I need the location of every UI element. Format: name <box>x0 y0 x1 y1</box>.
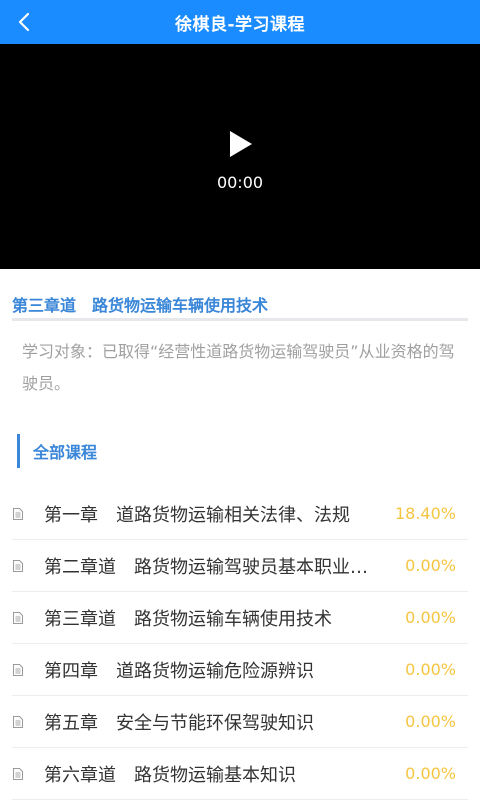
course-item[interactable]: 第三章道 路货物运输车辆使用技术 0.00% <box>12 592 468 644</box>
document-icon <box>13 559 23 572</box>
back-button[interactable] <box>10 8 38 36</box>
course-name: 第一章 道路货物运输相关法律、法规 <box>44 504 350 526</box>
course-progress: 0.00% <box>405 712 456 731</box>
document-icon <box>13 767 23 780</box>
section-header: 全部课程 <box>17 434 97 468</box>
course-name: 第二章道 路货物运输驾驶员基本职业素养 <box>44 556 384 578</box>
document-icon <box>13 663 23 676</box>
course-name: 第三章道 路货物运输车辆使用技术 <box>44 608 332 630</box>
section-title: 全部课程 <box>33 443 98 462</box>
course-item[interactable]: 第六章道 路货物运输基本知识 0.00% <box>12 748 468 800</box>
course-progress: 0.00% <box>405 764 456 783</box>
course-item[interactable]: 第五章 安全与节能环保驾驶知识 0.00% <box>12 696 468 748</box>
chevron-left-icon <box>18 12 30 32</box>
video-time: 00:00 <box>216 173 264 192</box>
course-progress: 0.00% <box>405 608 456 627</box>
app-header: 徐棋良-学习课程 <box>0 0 480 44</box>
course-name: 第四章 道路货物运输危险源辨识 <box>44 660 314 682</box>
play-icon[interactable] <box>226 130 254 158</box>
course-item[interactable]: 第一章 道路货物运输相关法律、法规 18.40% <box>12 488 468 540</box>
course-name: 第六章道 路货物运输基本知识 <box>44 764 296 786</box>
document-icon <box>13 507 23 520</box>
page-title: 徐棋良-学习课程 <box>174 14 306 35</box>
video-player[interactable]: 00:00 <box>0 44 480 269</box>
chapter-divider <box>12 318 468 321</box>
document-icon <box>13 611 23 624</box>
course-item[interactable]: 第四章 道路货物运输危险源辨识 0.00% <box>12 644 468 696</box>
course-progress: 18.40% <box>394 504 456 523</box>
course-progress: 0.00% <box>405 660 456 679</box>
audience-text: 学习对象：已取得“经营性道路货物运输驾驶员”从业资格的驾驶员。 <box>22 342 455 393</box>
course-progress: 0.00% <box>405 556 456 575</box>
document-icon <box>13 715 23 728</box>
chapter-title: 第三章道 路货物运输车辆使用技术 <box>12 296 269 315</box>
course-name: 第五章 安全与节能环保驾驶知识 <box>44 712 314 734</box>
course-item[interactable]: 第二章道 路货物运输驾驶员基本职业素养 0.00% <box>12 540 468 592</box>
course-list: 第一章 道路货物运输相关法律、法规 18.40% 第二章道 路货物运输驾驶员基本… <box>0 488 480 800</box>
